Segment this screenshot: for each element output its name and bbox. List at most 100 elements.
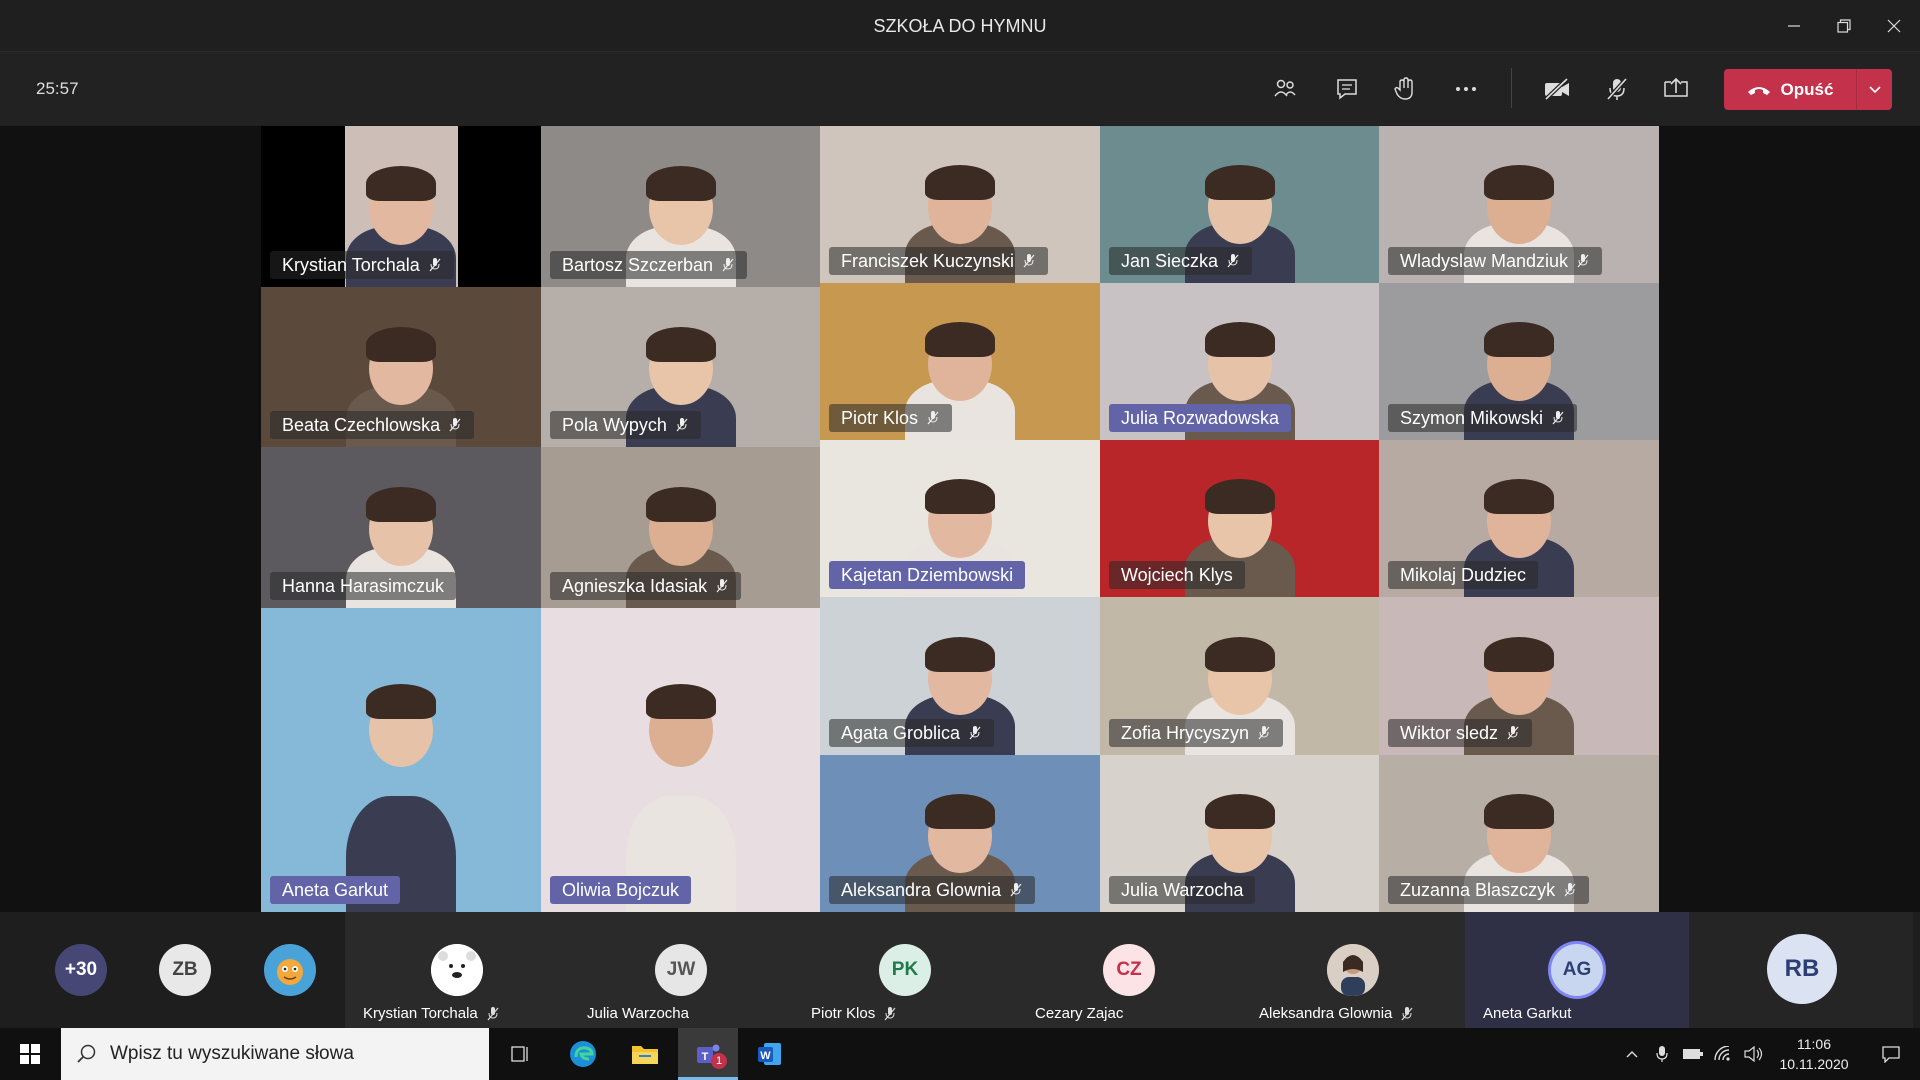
participant-tile[interactable]: CZ Cezary Zajac: [1017, 912, 1241, 1028]
start-button[interactable]: [0, 1028, 60, 1080]
participant-name-label: Piotr Klos: [829, 404, 953, 432]
participant-name-label: Zofia Hrycyszyn: [1109, 719, 1284, 747]
video-tile[interactable]: Wladyslaw Mandziuk: [1379, 126, 1659, 283]
action-center-button[interactable]: [1866, 1028, 1916, 1080]
raise-hand-button[interactable]: [1386, 70, 1424, 108]
avatar-cartoon[interactable]: [264, 944, 316, 996]
video-tile[interactable]: Aneta Garkut: [261, 608, 541, 912]
participant-name-label: Julia Warzocha: [1109, 876, 1256, 904]
participant-name: Jan Sieczka: [1121, 251, 1219, 271]
volume-tray-button[interactable]: [1740, 1028, 1766, 1080]
edge-icon: [570, 1041, 596, 1067]
avatar: RB: [1767, 934, 1837, 1004]
video-tile[interactable]: Wojciech Klys: [1100, 440, 1379, 597]
file-explorer-button[interactable]: [615, 1028, 675, 1080]
mic-toggle-button[interactable]: [1598, 70, 1636, 108]
person-hair: [925, 636, 995, 672]
participant-tile[interactable]: Krystian Torchala: [345, 912, 569, 1028]
person-hair: [1484, 322, 1554, 358]
mic-off-icon: [1023, 254, 1035, 268]
video-tile[interactable]: Beata Czechlowska: [261, 287, 541, 447]
video-tile[interactable]: Oliwia Bojczuk: [541, 608, 820, 912]
participant-name: Aneta Garkut: [1483, 1005, 1572, 1022]
participant-tile[interactable]: RB: [1689, 912, 1913, 1028]
share-screen-button[interactable]: [1657, 70, 1695, 108]
participant-name-label: Beata Czechlowska: [270, 411, 475, 439]
avatar: AG: [1551, 944, 1603, 996]
video-tile[interactable]: Julia Rozwadowska: [1100, 283, 1379, 440]
participant-tile[interactable]: JW Julia Warzocha: [569, 912, 793, 1028]
video-stage: Krystian Torchala Bartosz Szczerban Franci…: [0, 126, 1920, 912]
battery-tray-button[interactable]: [1680, 1028, 1706, 1080]
video-tile[interactable]: Agata Groblica: [820, 597, 1100, 755]
video-tile[interactable]: Julia Warzocha: [1100, 755, 1379, 912]
polar-bear-avatar-icon: [431, 944, 483, 996]
participant-name-label: Jan Sieczka: [1109, 247, 1253, 275]
video-tile[interactable]: Zuzanna Blaszczyk: [1379, 755, 1659, 912]
taskbar-search-box[interactable]: Wpisz tu wyszukiwane słowa: [61, 1028, 489, 1080]
network-tray-button[interactable]: [1710, 1028, 1736, 1080]
svg-text:W: W: [760, 1050, 771, 1062]
video-tile[interactable]: Franciszek Kuczynski: [820, 126, 1100, 283]
task-view-icon: [511, 1046, 528, 1062]
mic-off-icon: [676, 418, 688, 432]
video-tile[interactable]: Zofia Hrycyszyn: [1100, 597, 1379, 755]
photo-avatar-icon: [1327, 944, 1379, 996]
avatar: [1327, 944, 1379, 996]
video-tile[interactable]: Hanna Harasimczuk: [261, 447, 541, 608]
camera-toggle-button[interactable]: [1538, 70, 1576, 108]
video-tile[interactable]: Aleksandra Glownia: [820, 755, 1100, 912]
participant-name: Agata Groblica: [841, 723, 961, 743]
show-participants-button[interactable]: [1266, 70, 1304, 108]
minimize-icon: [1788, 24, 1800, 27]
participant-tile[interactable]: PK Piotr Klos: [793, 912, 1017, 1028]
participant-tile[interactable]: Aleksandra Glownia: [1241, 912, 1465, 1028]
video-tile[interactable]: Pola Wypych: [541, 287, 820, 447]
participant-tile-speaking[interactable]: AG Aneta Garkut: [1465, 912, 1689, 1028]
video-tile[interactable]: Agnieszka Idasiak: [541, 447, 820, 608]
chevron-down-icon: [1868, 85, 1881, 93]
microphone-tray-button[interactable]: [1650, 1028, 1674, 1080]
close-button[interactable]: [1870, 0, 1918, 51]
taskbar-clock[interactable]: 11:06 10.11.2020: [1766, 1034, 1862, 1074]
mic-off-icon: [884, 1006, 896, 1020]
person-hair: [925, 322, 995, 358]
person-hair: [1204, 322, 1275, 358]
video-tile[interactable]: Mikolaj Dudziec: [1379, 440, 1659, 597]
leave-button[interactable]: Opuść: [1724, 69, 1856, 110]
task-view-button[interactable]: [490, 1028, 550, 1080]
participant-name: Cezary Zajac: [1035, 1005, 1124, 1022]
video-tile[interactable]: Piotr Klos: [820, 283, 1100, 440]
edge-button[interactable]: [553, 1028, 613, 1080]
minimize-button[interactable]: [1770, 0, 1818, 51]
word-button[interactable]: W: [740, 1028, 800, 1080]
participant-name-label: Hanna Harasimczuk: [270, 572, 457, 600]
participant-label: Piotr Klos: [811, 1005, 897, 1022]
participant-name: Oliwia Bojczuk: [562, 880, 680, 900]
avatar-zb[interactable]: ZB: [159, 944, 211, 996]
show-chat-button[interactable]: [1328, 70, 1366, 108]
show-hidden-icons-button[interactable]: [1620, 1028, 1644, 1080]
video-tile[interactable]: Bartosz Szczerban: [541, 126, 820, 287]
teams-button[interactable]: T 1: [678, 1028, 738, 1080]
wifi-icon: [1714, 1046, 1730, 1061]
person-hair: [925, 479, 995, 515]
participant-name: Szymon Mikowski: [1400, 408, 1544, 428]
video-tile[interactable]: Kajetan Dziembowski: [820, 440, 1100, 597]
restore-button[interactable]: [1820, 0, 1868, 51]
person-hair: [645, 166, 716, 202]
video-tile[interactable]: Krystian Torchala: [261, 126, 541, 287]
hang-up-icon: [1747, 86, 1770, 95]
overflow-participants-badge[interactable]: +30: [55, 944, 107, 996]
person-hair: [645, 684, 716, 720]
leave-options-button[interactable]: [1857, 69, 1892, 110]
more-actions-button[interactable]: [1447, 70, 1485, 108]
video-tile[interactable]: Szymon Mikowski: [1379, 283, 1659, 440]
participant-name: Julia Warzocha: [587, 1005, 689, 1022]
mic-off-icon: [1010, 883, 1022, 897]
person-hair: [1484, 479, 1554, 515]
video-tile[interactable]: Wiktor sledz: [1379, 597, 1659, 755]
video-tile[interactable]: Jan Sieczka: [1100, 126, 1379, 283]
mic-off-icon: [1564, 883, 1576, 897]
avatar: PK: [879, 944, 931, 996]
